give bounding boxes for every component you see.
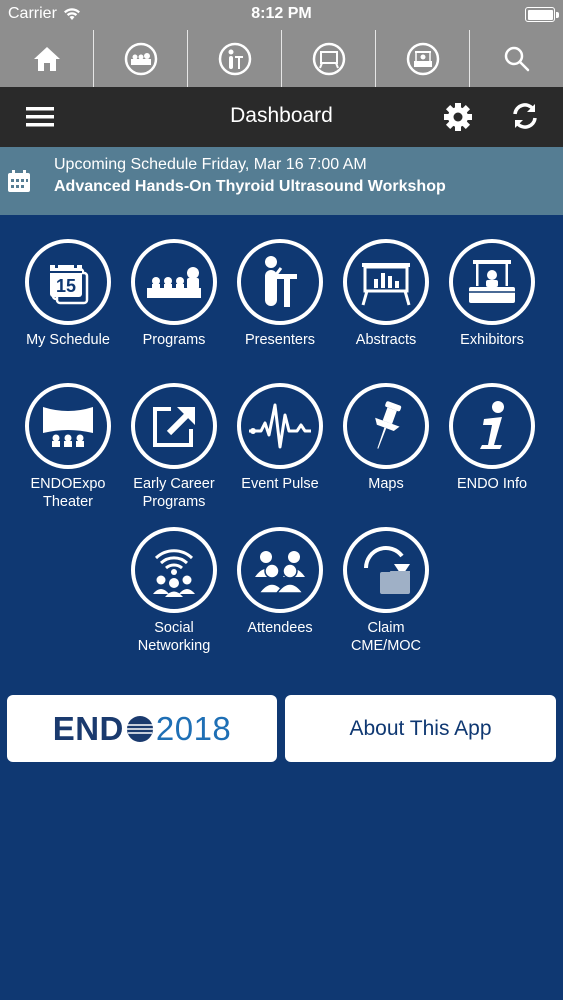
tile-circle — [237, 239, 323, 325]
tile-attendees[interactable]: Attendees — [227, 527, 333, 637]
nav-presenters-button[interactable] — [188, 30, 282, 87]
tile-label: Social Networking — [137, 620, 211, 654]
info-icon — [480, 401, 504, 449]
status-bar: Carrier 8:12 PM — [0, 0, 563, 30]
tile-label: Presenters — [244, 332, 316, 348]
social-wifi-icon — [153, 549, 195, 597]
tile-circle — [131, 239, 217, 325]
tile-label: Maps — [368, 476, 404, 492]
tile-early-career-programs[interactable]: Early Career Programs — [121, 383, 227, 511]
exhibitors-icon — [406, 42, 439, 75]
upcoming-schedule-banner[interactable]: Upcoming Schedule Friday, Mar 16 7:00 AM… — [0, 147, 563, 215]
tile-circle — [343, 527, 429, 613]
tile-circle: 15 — [25, 239, 111, 325]
calendar-icon — [8, 170, 30, 192]
search-icon — [504, 46, 529, 71]
endo-2018-logo: END 2018 — [53, 710, 232, 748]
tile-presenters[interactable]: Presenters — [227, 239, 333, 349]
tile-my-schedule[interactable]: 15 My Schedule — [15, 239, 121, 349]
gear-icon[interactable] — [442, 101, 474, 133]
upcoming-session-title: Advanced Hands-On Thyroid Ultrasound Wor… — [54, 178, 446, 195]
programs-icon — [147, 267, 201, 298]
nav-abstracts-button[interactable] — [282, 30, 376, 87]
battery-icon — [525, 7, 559, 22]
calendar-15-icon: 15 — [50, 261, 89, 305]
tile-circle — [343, 239, 429, 325]
tile-label: Event Pulse — [241, 476, 319, 492]
tile-endo-info[interactable]: ENDO Info — [439, 383, 545, 493]
top-nav-bar — [0, 30, 563, 87]
tile-exhibitors[interactable]: Exhibitors — [439, 239, 545, 349]
tile-social-networking[interactable]: Social Networking — [121, 527, 227, 655]
tile-label: My Schedule — [26, 332, 110, 348]
tile-label: Exhibitors — [460, 332, 524, 348]
tile-circle — [343, 383, 429, 469]
tile-circle — [131, 527, 217, 613]
globe-logo-icon — [126, 715, 153, 742]
tile-endoexpo-theater[interactable]: ENDOExpo Theater — [15, 383, 121, 511]
home-icon — [33, 46, 60, 71]
upcoming-schedule-datetime: Upcoming Schedule Friday, Mar 16 7:00 AM — [54, 156, 367, 173]
presenters-icon — [218, 42, 251, 75]
tile-label: Attendees — [247, 620, 313, 636]
tile-label: ENDOExpo Theater — [30, 476, 106, 510]
nav-programs-button[interactable] — [94, 30, 188, 87]
presenters-icon — [265, 256, 297, 307]
tile-maps[interactable]: Maps — [333, 383, 439, 493]
clock: 8:12 PM — [251, 5, 312, 22]
tile-circle — [237, 527, 323, 613]
calendar-day-number: 15 — [56, 276, 76, 296]
tile-circle — [131, 383, 217, 469]
tile-label: ENDO Info — [456, 476, 528, 492]
nav-exhibitors-button[interactable] — [376, 30, 470, 87]
programs-icon — [124, 42, 157, 75]
exhibitors-icon — [469, 260, 515, 303]
claim-download-icon — [364, 546, 410, 594]
tile-event-pulse[interactable]: Event Pulse — [227, 383, 333, 493]
external-link-icon — [153, 407, 195, 447]
tile-programs[interactable]: Programs — [121, 239, 227, 349]
title-bar: Dashboard — [0, 87, 563, 147]
endo-logo-text: END — [52, 709, 124, 747]
tile-label: Programs — [142, 332, 206, 348]
tile-claim-cme-moc[interactable]: Claim CME/MOC — [333, 527, 439, 655]
nav-home-button[interactable] — [0, 30, 94, 87]
about-this-app-button[interactable]: About This App — [285, 695, 556, 762]
endo-logo-year: 2018 — [155, 709, 232, 747]
tile-circle — [237, 383, 323, 469]
tile-label: Claim CME/MOC — [350, 620, 422, 654]
abstracts-icon — [312, 42, 345, 75]
pushpin-icon — [375, 401, 402, 449]
nav-search-button[interactable] — [470, 30, 563, 87]
refresh-icon[interactable] — [510, 101, 540, 131]
theater-icon — [43, 407, 93, 447]
tile-label: Early Career Programs — [133, 476, 215, 510]
tile-circle — [25, 383, 111, 469]
tile-label: Abstracts — [355, 332, 417, 348]
page-title: Dashboard — [230, 104, 333, 127]
endo-2018-button[interactable]: END 2018 — [7, 695, 277, 762]
attendees-icon — [255, 551, 305, 594]
tile-circle — [449, 239, 535, 325]
about-button-label: About This App — [349, 716, 492, 740]
tile-abstracts[interactable]: Abstracts — [333, 239, 439, 349]
pulse-icon — [249, 403, 311, 449]
tile-circle — [449, 383, 535, 469]
abstracts-icon — [361, 263, 411, 306]
